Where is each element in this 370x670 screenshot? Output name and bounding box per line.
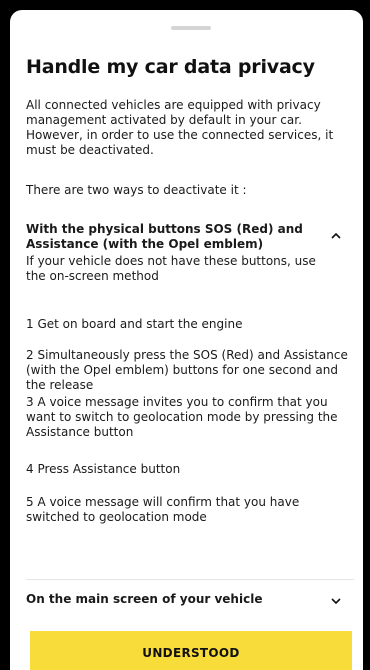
chevron-up-icon[interactable] (329, 228, 343, 242)
privacy-bottom-sheet: Handle my car data privacy All connected… (10, 10, 363, 670)
accordion-physical-heading[interactable]: With the physical buttons SOS (Red) and … (26, 222, 326, 252)
step-item: 2 Simultaneously press the SOS (Red) and… (26, 348, 348, 392)
two-ways-text: There are two ways to deactivate it : (26, 183, 247, 197)
step-item: 1 Get on board and start the engine (26, 317, 243, 331)
accordion-main-screen-heading[interactable]: On the main screen of your vehicle (26, 592, 326, 607)
drag-handle[interactable] (171, 26, 211, 30)
understood-button[interactable]: UNDERSTOOD (30, 631, 352, 670)
chevron-down-icon[interactable] (329, 594, 343, 608)
accordion-physical-note: If your vehicle does not have these butt… (26, 254, 316, 283)
sheet-title: Handle my car data privacy (26, 56, 315, 78)
step-item: 4 Press Assistance button (26, 462, 181, 476)
intro-text: All connected vehicles are equipped with… (26, 98, 334, 157)
step-item: 3 A voice message invites you to confirm… (26, 395, 338, 439)
step-item: 5 A voice message will confirm that you … (26, 495, 300, 524)
section-divider (26, 579, 354, 580)
